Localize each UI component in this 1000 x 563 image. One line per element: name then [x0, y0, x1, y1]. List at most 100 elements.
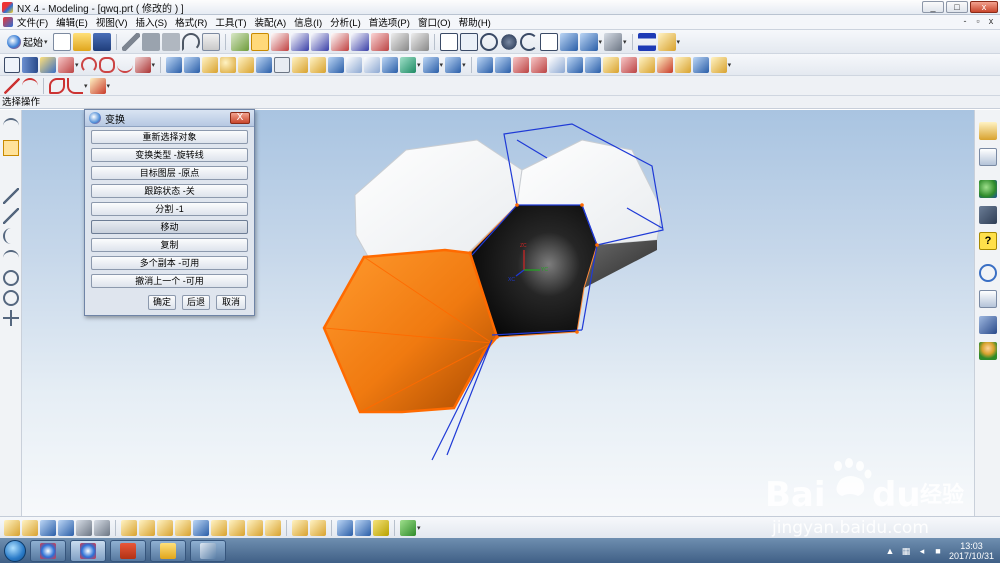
- snap-center-icon[interactable]: [193, 519, 209, 536]
- document-icon[interactable]: [3, 17, 13, 27]
- pan-icon[interactable]: [499, 32, 518, 51]
- point-tool-icon[interactable]: [3, 310, 19, 326]
- volume-icon[interactable]: ◂: [917, 546, 927, 556]
- show-hidden-icon[interactable]: ▲: [885, 546, 895, 556]
- chevron-down-icon[interactable]: ▾: [623, 38, 627, 46]
- taskbar-presentation[interactable]: [110, 539, 146, 562]
- snap-intersection-icon[interactable]: [175, 519, 191, 536]
- copy-button[interactable]: 复制: [91, 238, 248, 252]
- line-icon[interactable]: [4, 77, 20, 94]
- offset-face-icon[interactable]: [512, 56, 529, 73]
- web-browser-icon[interactable]: [979, 180, 997, 198]
- bridge-curve-icon[interactable]: [116, 57, 133, 73]
- trace-status-button[interactable]: 跟踪状态 -关: [91, 184, 248, 198]
- close-button[interactable]: x: [970, 1, 998, 13]
- spline-icon[interactable]: [49, 77, 65, 94]
- paste-icon[interactable]: [161, 32, 180, 51]
- select-face-icon[interactable]: [58, 519, 74, 536]
- sketch-icon[interactable]: [4, 56, 20, 73]
- menu-format[interactable]: 格式(R): [171, 15, 211, 29]
- text-curve-icon[interactable]: [89, 77, 106, 94]
- save-icon[interactable]: [92, 32, 111, 51]
- select-all-icon[interactable]: [4, 519, 20, 536]
- mdi-restore-button[interactable]: ▫: [973, 17, 983, 27]
- menu-information[interactable]: 信息(I): [290, 15, 326, 29]
- arc-icon[interactable]: [22, 77, 38, 94]
- sheet-body-icon[interactable]: [710, 56, 727, 73]
- shell-icon[interactable]: [476, 56, 493, 73]
- vector-icon[interactable]: [290, 32, 309, 51]
- csys-icon[interactable]: [330, 32, 349, 51]
- pad-icon[interactable]: [328, 56, 345, 73]
- menu-insert[interactable]: 插入(S): [131, 15, 171, 29]
- taskbar-file-explorer[interactable]: [150, 539, 186, 562]
- copy-icon[interactable]: [141, 32, 160, 51]
- unite-icon[interactable]: [382, 56, 399, 73]
- history-icon[interactable]: [979, 264, 997, 282]
- snap-existing-point-icon[interactable]: [229, 519, 245, 536]
- new-file-icon[interactable]: [52, 32, 71, 51]
- chevron-down-icon[interactable]: ▾: [677, 38, 681, 46]
- polyline-tool-icon[interactable]: [3, 208, 19, 224]
- select-body-icon[interactable]: [40, 519, 56, 536]
- cone-icon[interactable]: [202, 56, 219, 73]
- snap-crosshair-icon[interactable]: [3, 140, 19, 156]
- process-studio-icon[interactable]: [979, 316, 997, 334]
- view-triad-icon[interactable]: [337, 519, 353, 536]
- transform-type-button[interactable]: 变换类型 -旋转线: [91, 148, 248, 162]
- menu-window[interactable]: 窗口(O): [414, 15, 455, 29]
- select-edge-icon[interactable]: [76, 519, 92, 536]
- quick-pick-icon[interactable]: [310, 519, 326, 536]
- chevron-down-icon[interactable]: ▾: [599, 38, 603, 46]
- trim-icon[interactable]: [58, 56, 74, 73]
- point-constructor-icon[interactable]: [270, 32, 289, 51]
- snap-point-icon[interactable]: [250, 32, 269, 51]
- menu-view[interactable]: 视图(V): [92, 15, 132, 29]
- ok-button[interactable]: 确定: [148, 295, 176, 310]
- taskbar-image-viewer[interactable]: [190, 539, 226, 562]
- offset-curve-icon[interactable]: [98, 56, 115, 73]
- chevron-down-icon[interactable]: ▾: [462, 61, 466, 69]
- fit-view-icon[interactable]: [439, 32, 458, 51]
- hole-icon[interactable]: [274, 56, 291, 73]
- measure-angle-icon[interactable]: [657, 32, 676, 51]
- sew-icon[interactable]: [584, 56, 601, 73]
- system-materials-icon[interactable]: [979, 290, 997, 308]
- feature-icon[interactable]: [230, 32, 249, 51]
- extract-icon[interactable]: [656, 56, 673, 73]
- orange-hexagon-face[interactable]: [322, 248, 499, 414]
- render-style-icon[interactable]: [539, 32, 558, 51]
- back-button[interactable]: 后退: [182, 295, 210, 310]
- book-icon[interactable]: [22, 56, 38, 73]
- snap-quadrant-icon[interactable]: [211, 519, 227, 536]
- destination-layer-button[interactable]: 目标图层 -原点: [91, 166, 248, 180]
- chevron-down-icon[interactable]: ▾: [728, 61, 732, 69]
- mdi-minimize-button[interactable]: -: [960, 17, 970, 27]
- taskbar-nx-app[interactable]: [30, 539, 66, 562]
- pocket-icon[interactable]: [310, 56, 327, 73]
- chevron-down-icon[interactable]: ▾: [75, 61, 79, 69]
- instance-icon[interactable]: [620, 56, 637, 73]
- filter-icon[interactable]: [292, 519, 308, 536]
- menu-tools[interactable]: 工具(T): [211, 15, 250, 29]
- ellipse-tool-icon[interactable]: [3, 290, 19, 306]
- circle-tool-icon[interactable]: [3, 270, 19, 286]
- network-icon[interactable]: ▦: [901, 546, 911, 556]
- minimize-button[interactable]: _: [922, 1, 944, 13]
- snap-endpoint-icon[interactable]: [121, 519, 137, 536]
- download-arrow-icon[interactable]: [400, 519, 416, 536]
- shaded-view-icon[interactable]: [559, 32, 578, 51]
- paint-icon[interactable]: [370, 32, 389, 51]
- thicken-icon[interactable]: [674, 56, 691, 73]
- chevron-down-icon[interactable]: ▾: [417, 524, 421, 532]
- revolve-icon[interactable]: [256, 56, 273, 73]
- multiple-copies-button[interactable]: 多个副本 -可用: [91, 256, 248, 270]
- assembly-navigator-icon[interactable]: [979, 122, 997, 140]
- windows-start-icon[interactable]: [4, 539, 26, 562]
- trim-body-icon[interactable]: [548, 56, 565, 73]
- cylinder-icon[interactable]: [184, 56, 201, 73]
- curve-icon[interactable]: [80, 56, 97, 73]
- measure-distance-icon[interactable]: [637, 32, 656, 51]
- line-tool-icon[interactable]: [3, 188, 19, 204]
- layer-icon[interactable]: [355, 519, 371, 536]
